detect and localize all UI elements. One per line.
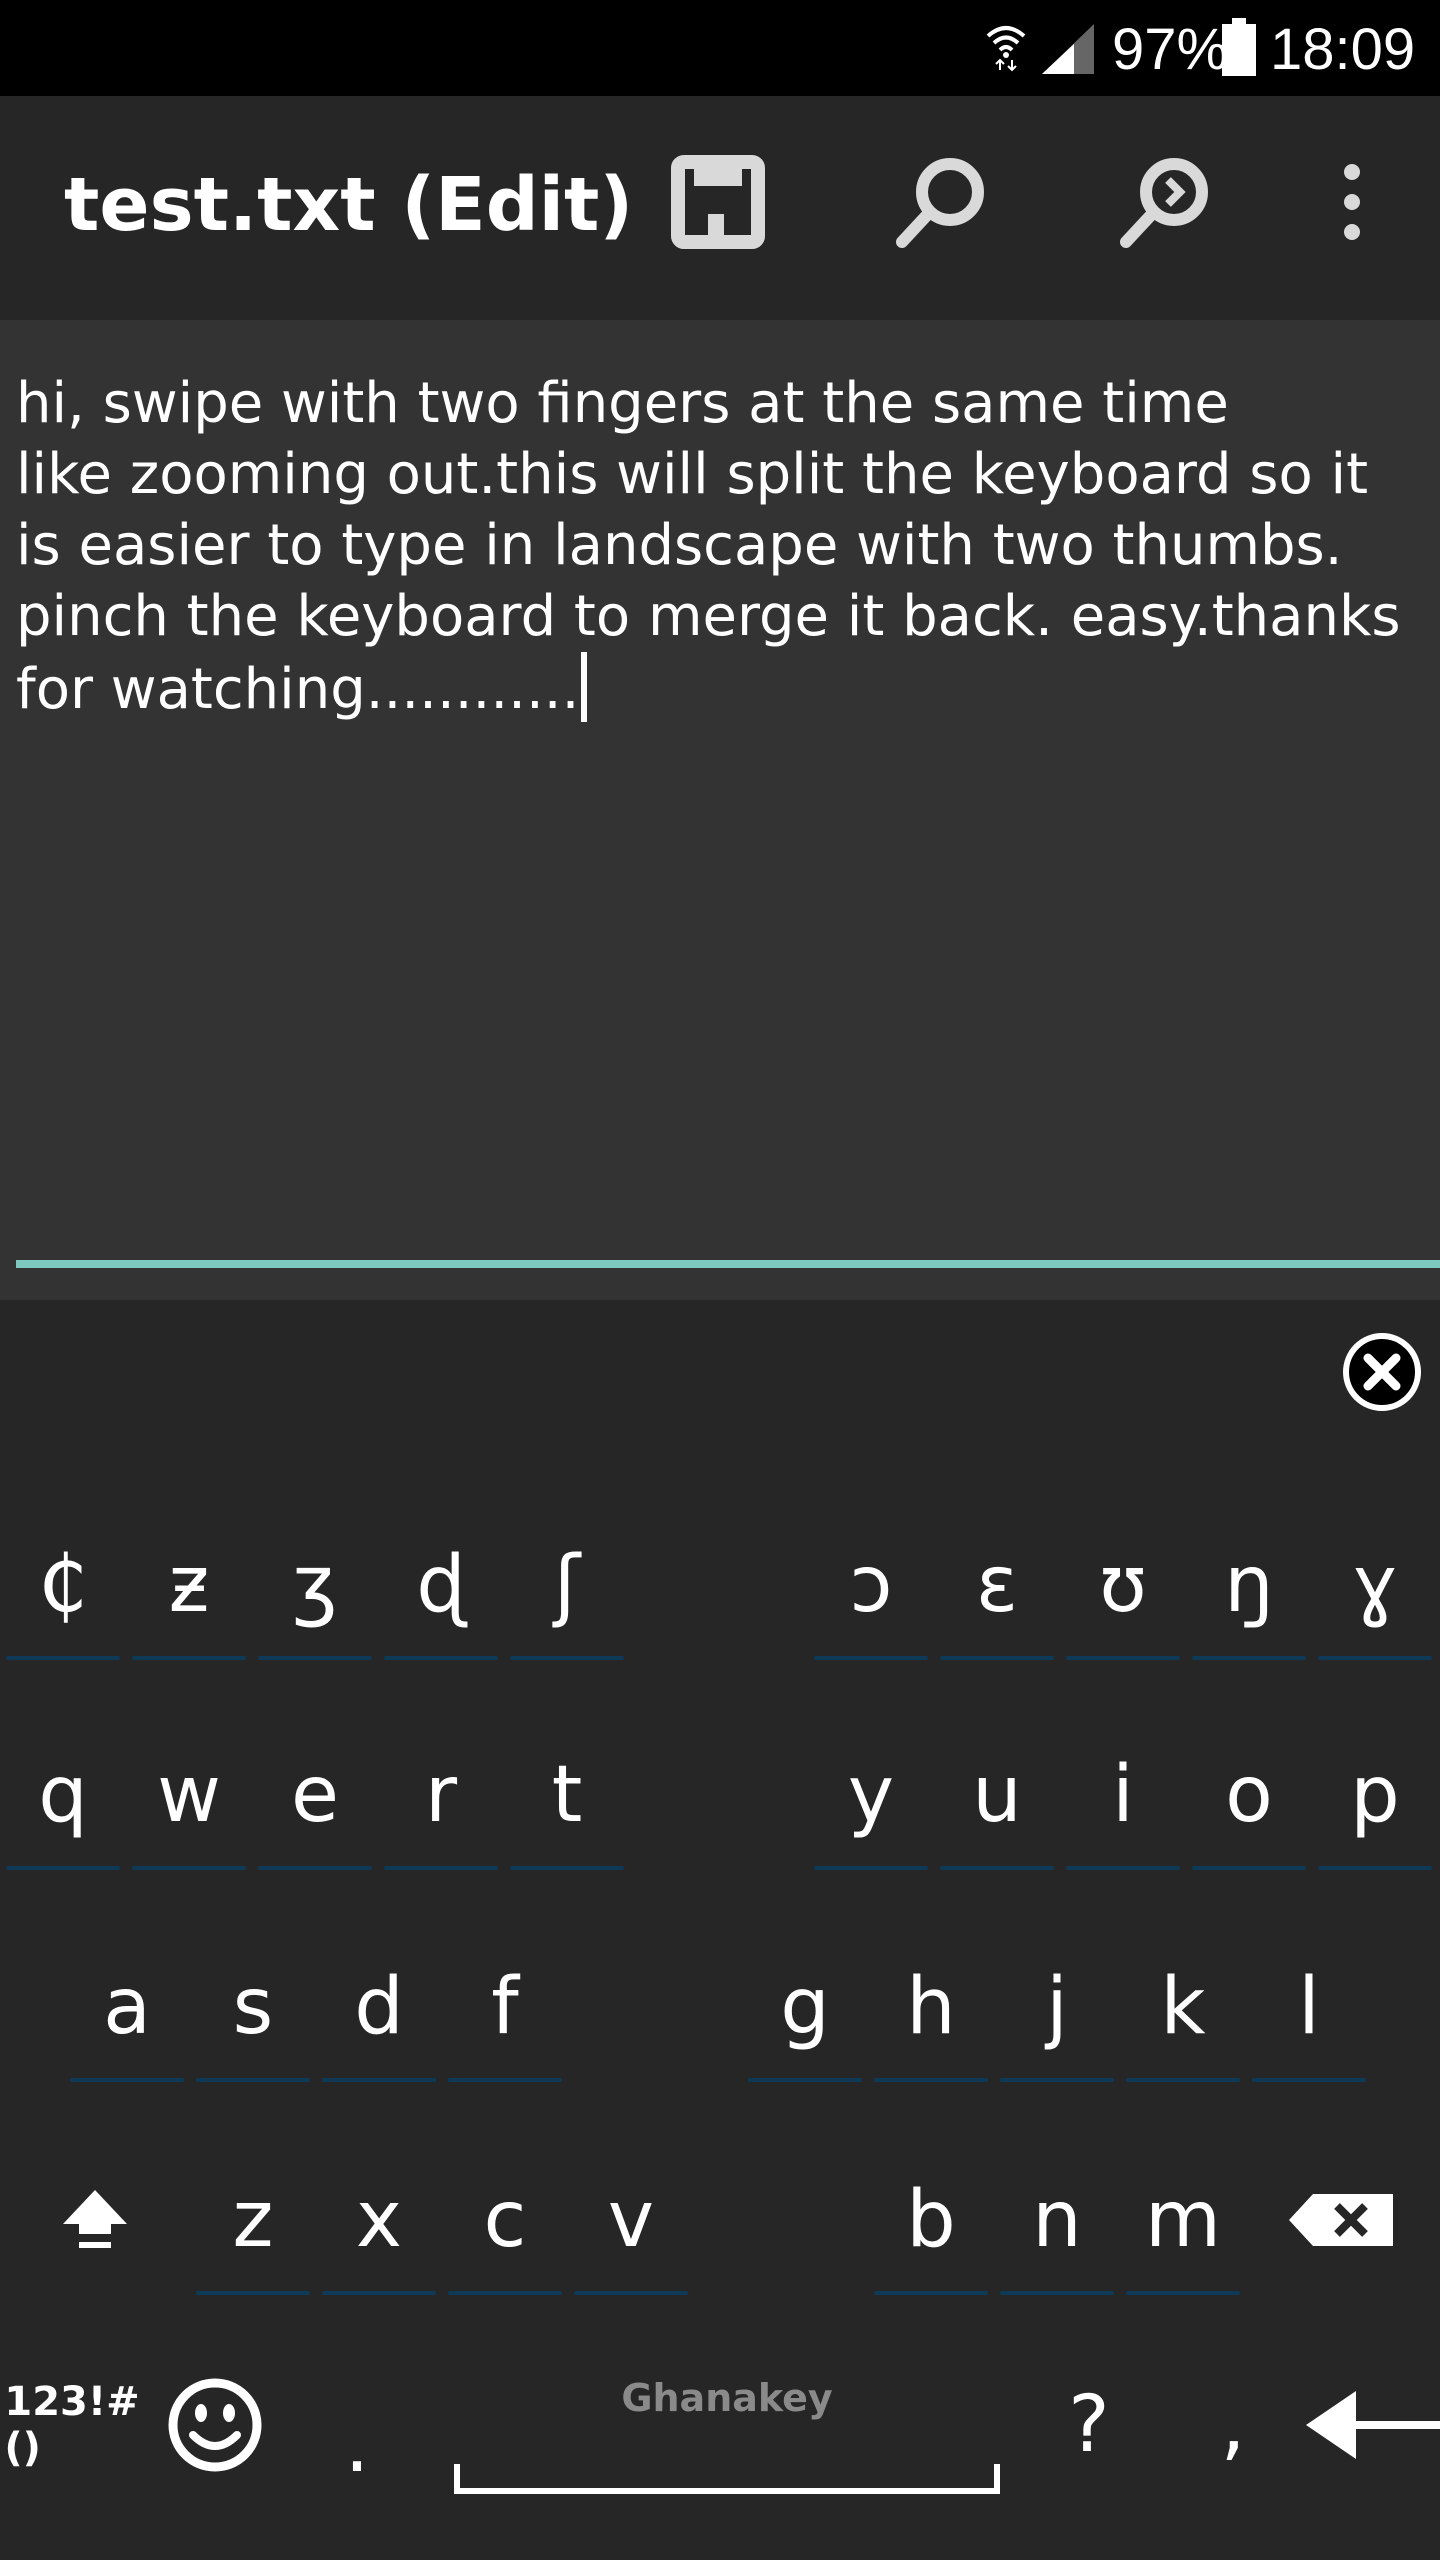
app-bar: test.txt (Edit) — [0, 96, 1440, 320]
text-editor[interactable]: hi, swipe with two fingers at the same t… — [0, 320, 1440, 1300]
search-button[interactable] — [882, 142, 1002, 262]
overflow-menu-button[interactable] — [1292, 142, 1412, 262]
comma-key[interactable]: , — [1176, 2350, 1290, 2500]
space-key[interactable]: Ghanakey — [454, 2300, 1000, 2510]
spacebar-icon — [454, 2464, 1000, 2494]
key-letter[interactable]: j — [1000, 1932, 1114, 2082]
keyboard-brand-label: Ghanakey — [621, 2376, 833, 2420]
key-letter[interactable]: c — [448, 2145, 562, 2295]
key-special[interactable]: ƶ — [132, 1510, 246, 1660]
question-key[interactable]: ? — [1032, 2350, 1146, 2500]
key-letter[interactable]: w — [132, 1720, 246, 1870]
wifi-icon — [986, 26, 1026, 72]
key-special[interactable]: ŋ — [1192, 1510, 1306, 1660]
arrow-left-icon — [1306, 2391, 1440, 2459]
key-special[interactable]: ɛ — [940, 1510, 1054, 1660]
editor-content: hi, swipe with two fingers at the same t… — [16, 371, 1401, 722]
period-key[interactable]: . — [300, 2350, 414, 2500]
key-letter[interactable]: y — [814, 1720, 928, 1870]
keyboard: ₵ ƶ ʒ ɖ ʃ ɔ ɛ ʊ ŋ ɣ q w e r t y u i o p … — [0, 1300, 1440, 2560]
page-title: test.txt (Edit) — [64, 162, 634, 248]
emoji-icon — [168, 2378, 262, 2472]
close-circle-icon[interactable] — [1340, 1330, 1424, 1414]
text-cursor — [581, 652, 588, 722]
key-letter[interactable]: f — [448, 1932, 562, 2082]
key-special[interactable]: ₵ — [6, 1510, 120, 1660]
key-special[interactable]: ɣ — [1318, 1510, 1432, 1660]
key-letter[interactable]: r — [384, 1720, 498, 1870]
save-icon — [671, 155, 765, 249]
key-letter[interactable]: d — [322, 1932, 436, 2082]
key-special[interactable]: ɖ — [384, 1510, 498, 1660]
key-letter[interactable]: g — [748, 1932, 862, 2082]
key-special[interactable]: ʊ — [1066, 1510, 1180, 1660]
key-letter[interactable]: n — [1000, 2145, 1114, 2295]
key-letter[interactable]: i — [1066, 1720, 1180, 1870]
signal-icon — [1042, 24, 1094, 74]
status-bar: 97% 18:09 — [0, 0, 1440, 96]
backspace-icon — [1289, 2194, 1393, 2246]
key-special[interactable]: ɔ — [814, 1510, 928, 1660]
enter-key[interactable] — [1300, 2350, 1440, 2500]
shift-key[interactable] — [38, 2145, 152, 2295]
search-icon — [896, 158, 984, 248]
key-letter[interactable]: a — [70, 1932, 184, 2082]
key-letter[interactable]: h — [874, 1932, 988, 2082]
key-letter[interactable]: q — [6, 1720, 120, 1870]
key-letter[interactable]: k — [1126, 1932, 1240, 2082]
symbols-key[interactable]: 123!#() — [4, 2350, 139, 2500]
clock: 18:09 — [1270, 17, 1416, 82]
key-letter[interactable]: l — [1252, 1932, 1366, 2082]
key-letter[interactable]: s — [196, 1932, 310, 2082]
editor-text-area[interactable]: hi, swipe with two fingers at the same t… — [16, 368, 1426, 725]
key-letter[interactable]: e — [258, 1720, 372, 1870]
key-special[interactable]: ʃ — [510, 1510, 624, 1660]
editor-underline — [16, 1260, 1440, 1268]
key-letter[interactable]: o — [1192, 1720, 1306, 1870]
battery-icon — [1222, 18, 1256, 76]
backspace-key[interactable] — [1286, 2145, 1400, 2295]
key-letter[interactable]: z — [196, 2145, 310, 2295]
shift-icon — [63, 2190, 127, 2248]
search-next-icon — [1120, 158, 1208, 248]
key-letter[interactable]: p — [1318, 1720, 1432, 1870]
save-button[interactable] — [658, 142, 778, 262]
search-next-button[interactable] — [1106, 142, 1226, 262]
key-letter[interactable]: t — [510, 1720, 624, 1870]
key-special[interactable]: ʒ — [258, 1510, 372, 1660]
key-letter[interactable]: x — [322, 2145, 436, 2295]
key-letter[interactable]: m — [1126, 2145, 1240, 2295]
key-letter[interactable]: b — [874, 2145, 988, 2295]
overflow-menu-icon — [1344, 164, 1360, 240]
battery-percent: 97% — [1112, 17, 1229, 82]
key-letter[interactable]: v — [574, 2145, 688, 2295]
emoji-key[interactable] — [158, 2350, 272, 2500]
key-letter[interactable]: u — [940, 1720, 1054, 1870]
